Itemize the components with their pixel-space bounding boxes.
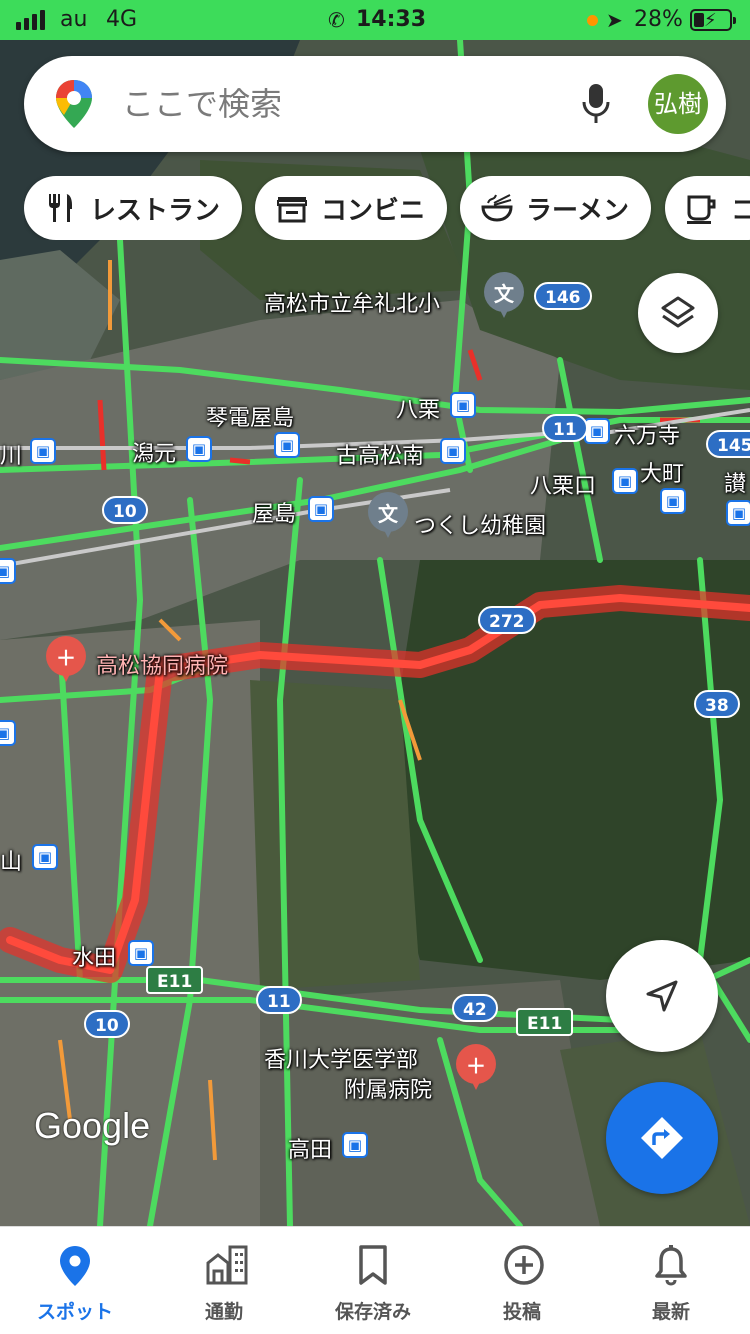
chip-label: ラーメン <box>526 195 629 226</box>
location-services-icon: ➤ <box>606 8 623 32</box>
battery-percent: 28% <box>634 7 683 32</box>
bell-icon <box>655 1245 687 1286</box>
bottom-navigation: スポット 通勤 保存済み 投稿 最新 <box>0 1226 750 1334</box>
train-station-icon[interactable]: ▣ <box>308 496 334 522</box>
station-label[interactable]: 水田 <box>72 940 116 972</box>
avatar[interactable]: 弘樹 <box>648 74 708 134</box>
tab-label: 最新 <box>651 1301 690 1323</box>
train-station-icon[interactable]: ▣ <box>612 468 638 494</box>
microphone-icon[interactable] <box>580 82 612 126</box>
status-bar: au 4G ✆ 14:33 ➤ 28% ⚡ <box>0 0 750 40</box>
route-shield: 145 <box>706 430 750 458</box>
explore-pin-icon <box>60 1246 90 1286</box>
tab-label: 保存済み <box>334 1301 411 1323</box>
train-station-icon[interactable]: ▣ <box>342 1132 368 1158</box>
train-station-icon[interactable]: ▣ <box>660 488 686 514</box>
signal-strength-icon <box>16 8 45 30</box>
route-shield: E11 <box>146 966 204 994</box>
clock: 14:33 <box>356 7 427 32</box>
place-label-kindergarten[interactable]: つくし幼稚園 <box>414 508 546 540</box>
bookmark-icon <box>359 1245 387 1285</box>
category-chips: レストラン コンビニ ラーメン コ <box>24 176 750 240</box>
train-station-icon[interactable]: ▣ <box>450 392 476 418</box>
search-input[interactable] <box>122 80 552 128</box>
directions-button[interactable] <box>606 1082 718 1194</box>
station-label[interactable]: 讃 <box>724 466 746 498</box>
phone-call-icon: ✆ <box>328 8 345 32</box>
store-icon <box>277 197 307 223</box>
hospital-pin-icon[interactable]: ＋ <box>46 636 86 688</box>
station-label[interactable]: 高田 <box>288 1132 332 1164</box>
school-pin-icon[interactable]: 文 <box>368 492 408 544</box>
my-location-button[interactable] <box>606 940 718 1052</box>
place-label-hospital-2[interactable]: 香川大学医学部 <box>264 1042 418 1074</box>
layers-button[interactable] <box>638 273 718 353</box>
chip-label: コ <box>731 195 750 226</box>
directions-icon <box>641 1117 683 1159</box>
tab-updates[interactable]: 最新 <box>596 1227 746 1334</box>
route-shield: 272 <box>478 606 536 634</box>
tab-commute[interactable]: 通勤 <box>149 1227 299 1334</box>
station-label[interactable]: 山 <box>0 844 22 876</box>
tab-label: 投稿 <box>502 1301 541 1323</box>
chip-label: コンビニ <box>321 195 426 226</box>
route-shield: E11 <box>516 1008 574 1036</box>
train-station-icon[interactable]: ▣ <box>440 438 466 464</box>
train-station-icon[interactable]: ▣ <box>0 558 16 584</box>
place-label-hospital-2b[interactable]: 附属病院 <box>344 1072 432 1104</box>
tab-saved[interactable]: 保存済み <box>298 1227 448 1334</box>
commute-icon <box>206 1245 248 1285</box>
navigation-arrow-icon <box>646 980 678 1012</box>
train-station-icon[interactable]: ▣ <box>128 940 154 966</box>
chip-convenience-store[interactable]: コンビニ <box>255 176 448 240</box>
route-shield: 10 <box>84 1010 130 1038</box>
chip-label: レストラン <box>90 195 221 226</box>
google-maps-logo-icon <box>56 80 92 128</box>
network-type: 4G <box>106 7 138 32</box>
station-label[interactable]: 八栗 <box>396 392 440 424</box>
station-label[interactable]: 大町 <box>640 456 684 488</box>
tab-label: 通勤 <box>204 1301 243 1323</box>
fork-knife-icon <box>49 194 72 222</box>
route-shield: 11 <box>542 414 588 442</box>
search-bar[interactable]: 弘樹 <box>24 56 726 152</box>
hospital-pin-icon[interactable]: ＋ <box>456 1044 496 1096</box>
tab-label: スポット <box>36 1301 113 1323</box>
route-shield: 10 <box>102 496 148 524</box>
train-station-icon[interactable]: ▣ <box>274 432 300 458</box>
station-label[interactable]: 六万寺 <box>614 418 680 450</box>
contribute-plus-icon <box>504 1245 544 1285</box>
school-pin-icon[interactable]: 文 <box>484 272 524 324</box>
train-station-icon[interactable]: ▣ <box>726 500 750 526</box>
place-label-hospital-1[interactable]: 高松協同病院 <box>96 648 228 680</box>
route-shield: 42 <box>452 994 498 1022</box>
place-label-school[interactable]: 高松市立牟礼北小 <box>264 286 440 318</box>
google-attribution: Google <box>34 1105 151 1146</box>
layers-icon <box>661 296 695 328</box>
station-label[interactable]: 潟元 <box>132 436 176 468</box>
station-label[interactable]: 川 <box>0 438 22 470</box>
chip-restaurant[interactable]: レストラン <box>24 176 243 240</box>
route-shield: 146 <box>534 282 592 310</box>
station-label[interactable]: 古高松南 <box>336 438 424 470</box>
chip-coffee[interactable]: コ <box>665 176 750 240</box>
train-station-icon[interactable]: ▣ <box>584 418 610 444</box>
station-label[interactable]: 屋島 <box>252 496 296 528</box>
train-station-icon[interactable]: ▣ <box>186 436 212 462</box>
battery-charging-icon: ⚡ <box>690 9 736 31</box>
tab-explore[interactable]: スポット <box>0 1227 150 1334</box>
tab-contribute[interactable]: 投稿 <box>447 1227 597 1334</box>
route-shield: 38 <box>694 690 740 718</box>
coffee-cup-icon <box>687 195 716 224</box>
train-station-icon[interactable]: ▣ <box>32 844 58 870</box>
train-station-icon[interactable]: ▣ <box>0 720 16 746</box>
ramen-bowl-icon <box>481 194 513 222</box>
route-shield: 11 <box>256 986 302 1014</box>
station-label[interactable]: 琴電屋島 <box>206 400 294 432</box>
train-station-icon[interactable]: ▣ <box>30 438 56 464</box>
station-label[interactable]: 八栗口 <box>530 468 596 500</box>
chip-ramen[interactable]: ラーメン <box>460 176 651 240</box>
carrier-name: au <box>60 7 88 32</box>
recording-dot-icon <box>587 15 598 26</box>
